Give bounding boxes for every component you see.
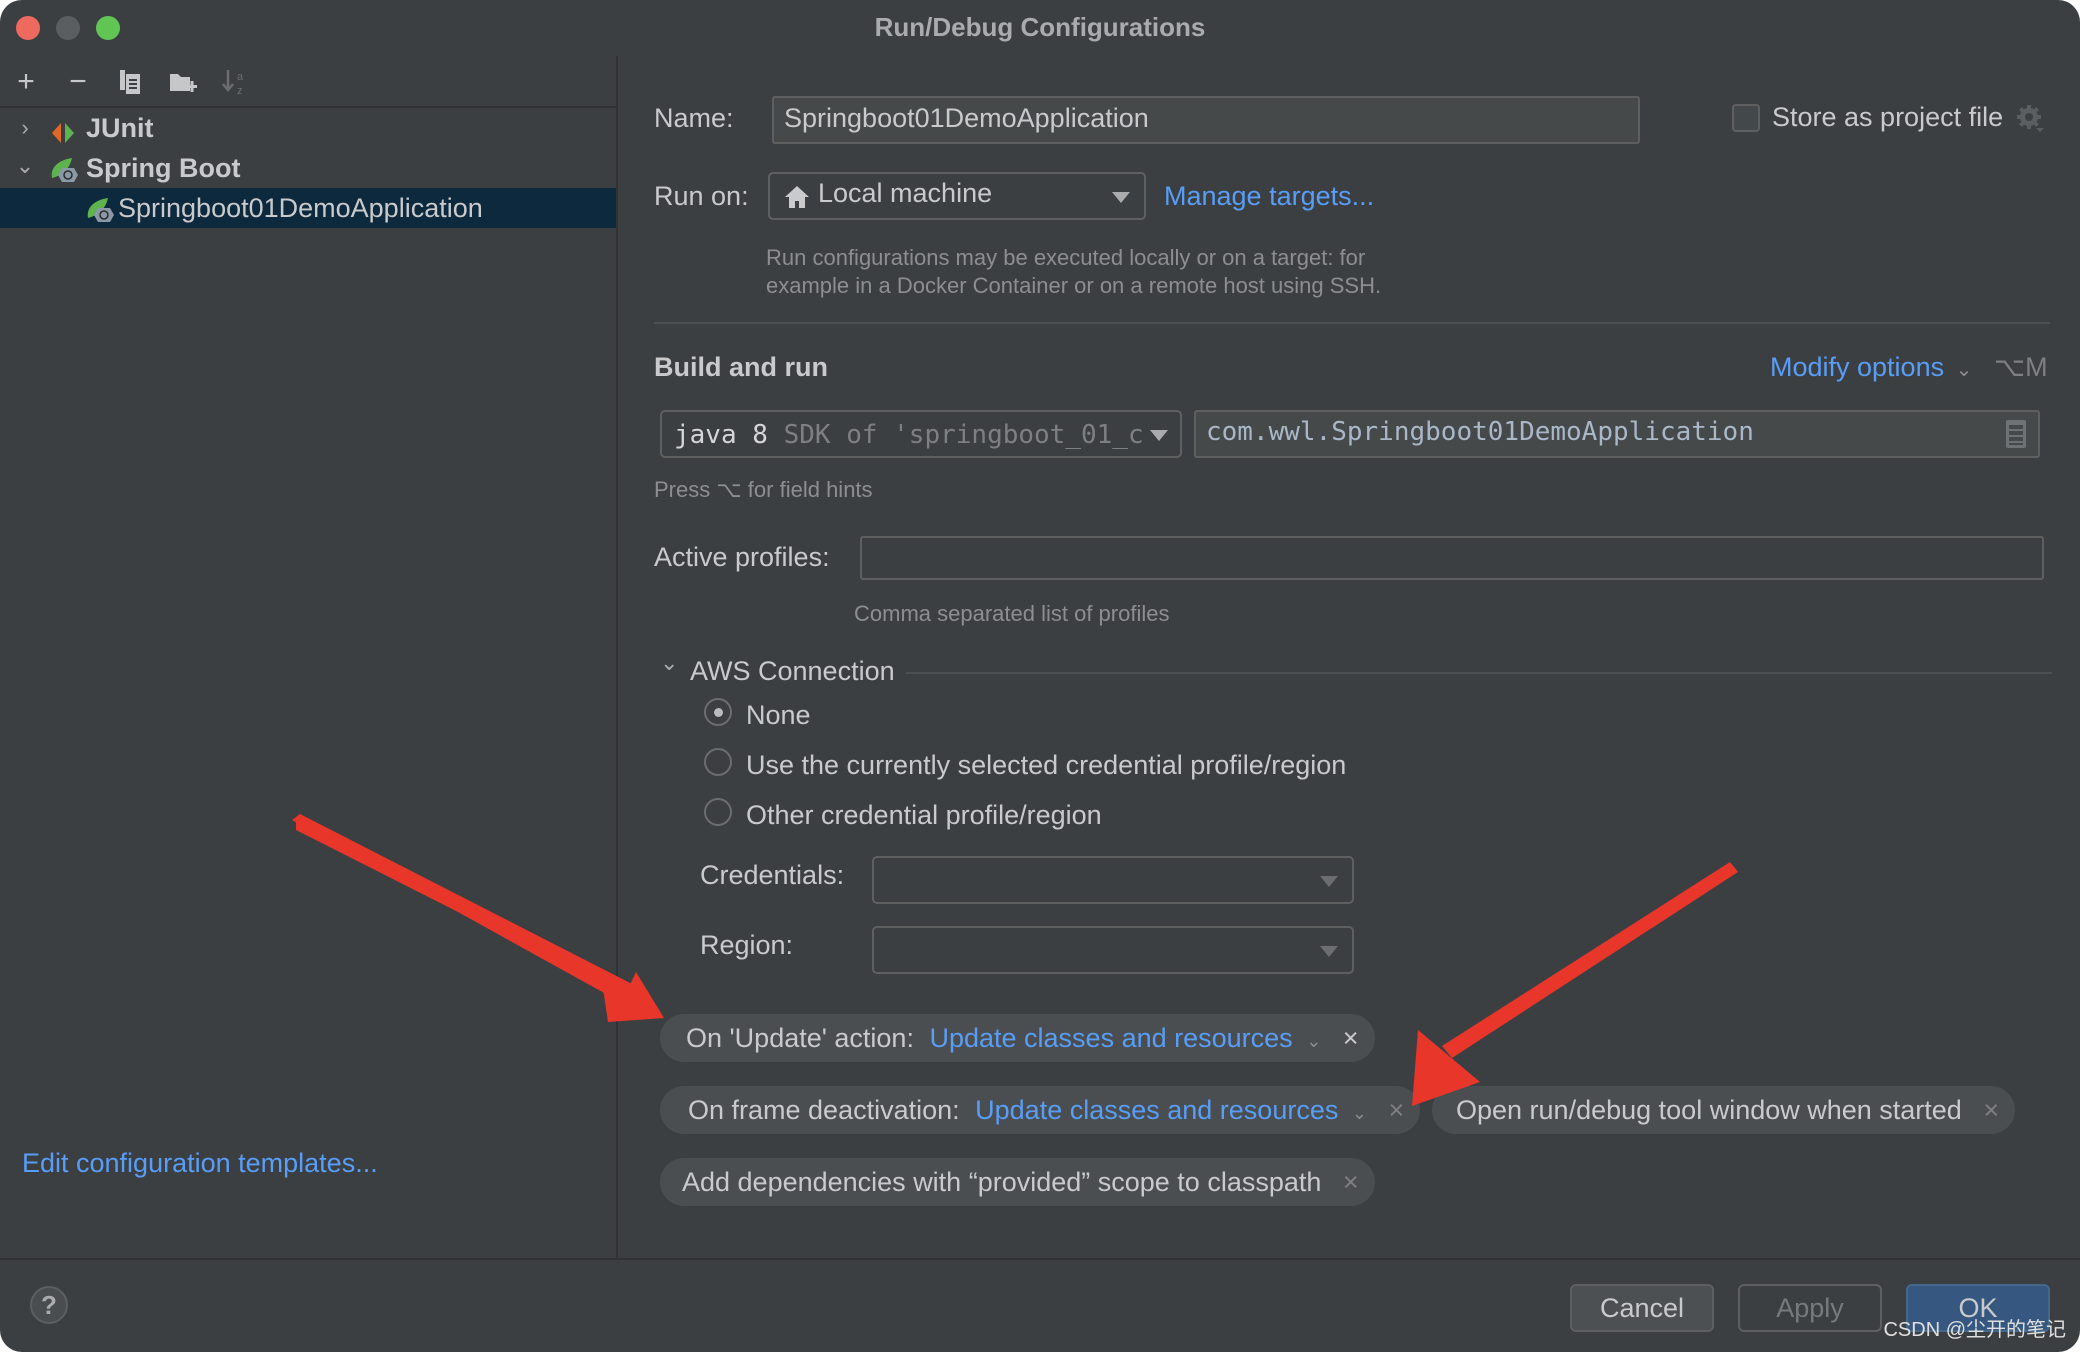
remove-chip-icon[interactable]: × <box>1388 1095 1404 1125</box>
browse-class-icon[interactable] <box>2006 420 2026 448</box>
minus-icon[interactable]: − <box>64 67 92 97</box>
gear-icon[interactable] <box>2016 104 2044 139</box>
jdk-value: java 8 SDK of 'springboot_01_c <box>674 420 1144 450</box>
apply-button[interactable]: Apply <box>1738 1284 1882 1332</box>
spring-boot-app-icon <box>84 194 116 235</box>
manage-targets-link[interactable]: Manage targets... <box>1164 181 1374 212</box>
store-as-project-file-label: Store as project file <box>1772 102 2004 132</box>
aws-option-label: Other credential profile/region <box>746 800 1102 830</box>
on-update-action-dropdown[interactable]: Update classes and resources <box>929 1023 1292 1053</box>
region-label: Region: <box>700 930 794 960</box>
svg-text:a: a <box>237 71 244 83</box>
chip-label: Open run/debug tool window when started <box>1456 1095 1962 1125</box>
jdk-dropdown[interactable]: java 8 SDK of 'springboot_01_c <box>660 410 1182 458</box>
chevron-down-icon: ⌄ <box>1955 359 1973 381</box>
tree-item-label: JUnit <box>86 113 154 143</box>
open-tool-window-chip: Open run/debug tool window when started … <box>1432 1086 2016 1134</box>
run-debug-configurations-dialog: Run/Debug Configurations + − az › JUnit … <box>0 0 2080 1352</box>
configuration-form: Name: Springboot01DemoApplication Store … <box>620 56 2080 1258</box>
run-on-hint-line-2: example in a Docker Container or on a re… <box>766 273 1382 298</box>
active-profiles-input[interactable] <box>860 536 2044 580</box>
title-bar: Run/Debug Configurations <box>0 0 2080 56</box>
tree-item-label: Spring Boot <box>86 153 241 183</box>
new-folder-icon[interactable] <box>168 68 197 96</box>
store-as-project-file-checkbox[interactable] <box>1732 104 1760 132</box>
window-title: Run/Debug Configurations <box>874 12 1206 42</box>
tree-item-springboot01demoapplication[interactable]: Springboot01DemoApplication <box>0 188 616 228</box>
chevron-right-icon[interactable]: › <box>14 108 36 148</box>
name-input[interactable]: Springboot01DemoApplication <box>772 96 1640 144</box>
cancel-button[interactable]: Cancel <box>1570 1284 1714 1332</box>
aws-other-profile-radio[interactable] <box>704 798 732 826</box>
sidebar-toolbar: + − az <box>0 56 618 108</box>
credentials-dropdown[interactable] <box>872 856 1354 904</box>
run-on-dropdown[interactable]: Local machine <box>768 172 1146 220</box>
divider <box>906 672 2052 674</box>
plus-icon[interactable]: + <box>12 67 40 97</box>
chip-label: On frame deactivation: <box>688 1095 960 1125</box>
tree-item-junit[interactable]: › JUnit <box>0 108 616 148</box>
modify-options-label: Modify options <box>1770 352 1945 382</box>
aws-connection-title: AWS Connection <box>690 656 895 686</box>
chevron-down-icon[interactable]: ⌄ <box>14 146 36 186</box>
chevron-down-icon: ⌄ <box>660 650 679 675</box>
chip-label: On 'Update' action: <box>686 1023 914 1053</box>
main-class-value: com.wwl.Springboot01DemoApplication <box>1206 417 1754 447</box>
tree-item-label: Springboot01DemoApplication <box>118 193 483 223</box>
configurations-sidebar: + − az › JUnit ⌄ Spring Boot Springboot0… <box>0 56 618 1258</box>
aws-option-label: Use the currently selected credential pr… <box>746 750 1347 780</box>
divider <box>654 322 2050 324</box>
remove-chip-icon[interactable]: × <box>1983 1095 1999 1125</box>
modify-options-link[interactable]: Modify options ⌄ <box>1770 352 1972 383</box>
run-on-value: Local machine <box>818 178 993 208</box>
modify-options-shortcut: ⌥M <box>1994 352 2048 382</box>
on-frame-deactivation-chip: On frame deactivation: Update classes an… <box>660 1086 1421 1134</box>
dialog-footer: ? Cancel Apply OK CSDN @尘开的笔记 <box>0 1258 2080 1352</box>
aws-current-profile-radio[interactable] <box>704 748 732 776</box>
name-label: Name: <box>654 103 734 133</box>
region-dropdown[interactable] <box>872 926 1354 974</box>
run-on-hint-line-1: Run configurations may be executed local… <box>766 245 1366 270</box>
watermark: CSDN @尘开的笔记 <box>1883 1319 2066 1341</box>
aws-none-radio[interactable] <box>704 698 732 726</box>
active-profiles-label: Active profiles: <box>654 542 830 572</box>
remove-chip-icon[interactable]: × <box>1343 1167 1359 1197</box>
copy-icon[interactable] <box>116 68 144 96</box>
dropdown-arrow-icon <box>1320 876 1338 887</box>
on-frame-deactivation-dropdown[interactable]: Update classes and resources <box>975 1095 1338 1125</box>
on-update-action-chip: On 'Update' action: Update classes and r… <box>660 1014 1375 1062</box>
build-and-run-title: Build and run <box>654 352 828 382</box>
chevron-down-icon[interactable]: ⌄ <box>1306 1031 1321 1051</box>
home-icon <box>784 185 810 216</box>
chip-label: Add dependencies with “provided” scope t… <box>682 1167 1322 1197</box>
sort-alpha-icon[interactable]: az <box>220 68 248 97</box>
field-hints-text: Press ⌥ for field hints <box>654 477 873 502</box>
tree-item-spring-boot[interactable]: ⌄ Spring Boot <box>0 148 616 188</box>
chevron-down-icon[interactable]: ⌄ <box>1352 1103 1367 1123</box>
remove-chip-icon[interactable]: × <box>1343 1023 1359 1053</box>
run-on-label: Run on: <box>654 181 749 211</box>
add-provided-dependencies-chip: Add dependencies with “provided” scope t… <box>660 1158 1375 1206</box>
dropdown-arrow-icon <box>1112 192 1130 203</box>
help-button[interactable]: ? <box>30 1286 68 1324</box>
credentials-label: Credentials: <box>700 860 845 890</box>
svg-text:z: z <box>237 85 243 96</box>
dropdown-arrow-icon <box>1320 946 1338 957</box>
main-class-input[interactable]: com.wwl.Springboot01DemoApplication <box>1194 410 2040 458</box>
dropdown-arrow-icon <box>1150 430 1168 441</box>
edit-configuration-templates-link[interactable]: Edit configuration templates... <box>22 1148 378 1179</box>
aws-option-label: None <box>746 700 811 730</box>
active-profiles-hint: Comma separated list of profiles <box>854 601 1170 626</box>
